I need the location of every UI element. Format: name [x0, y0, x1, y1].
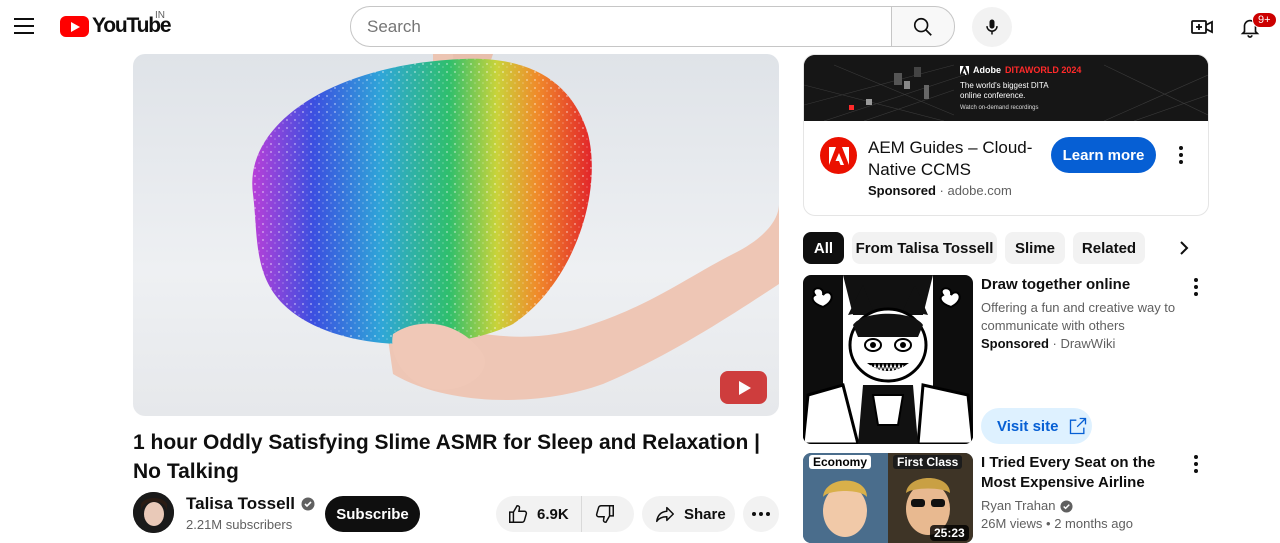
thumb-label-first-class: First Class: [893, 455, 963, 469]
like-dislike-group: 6.9K: [496, 496, 634, 532]
notification-badge: 9+: [1252, 12, 1277, 28]
country-code: IN: [155, 10, 165, 21]
adobe-logo-icon[interactable]: [820, 137, 857, 174]
share-label: Share: [684, 505, 726, 523]
adobe-small-icon: [960, 65, 969, 75]
video-title-rec[interactable]: I Tried Every Seat on the Most Expensive…: [981, 453, 1181, 493]
more-horizontal-icon: [752, 512, 770, 516]
video-duration: 25:23: [930, 525, 969, 541]
create-button[interactable]: [1182, 7, 1222, 47]
chip-related[interactable]: Related: [1073, 232, 1145, 264]
ad-banner-event: DITAWORLD 2024: [1005, 65, 1082, 75]
thumbs-down-icon: [595, 505, 614, 523]
chip-from-channel[interactable]: From Talisa Tossell: [852, 232, 997, 264]
rec-age: 2 months ago: [1054, 516, 1133, 531]
visit-site-label: Visit site: [997, 417, 1059, 435]
ad-more-button[interactable]: [1166, 139, 1196, 171]
rec-channel-name: Ryan Trahan: [981, 498, 1056, 513]
ad-banner-line2: online conference.: [960, 91, 1026, 100]
ad-sponsored-label: Sponsored: [868, 183, 936, 198]
rec-more-button[interactable]: [1184, 450, 1208, 478]
learn-more-button[interactable]: Learn more: [1051, 137, 1156, 173]
external-link-icon: [1070, 417, 1087, 435]
search-icon: [913, 17, 932, 36]
video-player[interactable]: [133, 54, 779, 416]
channel-name[interactable]: Talisa Tossell: [186, 494, 315, 514]
more-vertical-icon: [1179, 146, 1183, 164]
share-icon: [656, 506, 674, 523]
thumb-label-economy: Economy: [809, 455, 872, 469]
rec-views: 26M views: [981, 516, 1043, 531]
sponsored-title[interactable]: Draw together online: [981, 275, 1181, 295]
ad-banner-brand: Adobe DITAWORLD 2024: [960, 65, 1081, 75]
youtube-logo[interactable]: YouTube IN: [60, 10, 172, 38]
video-title: 1 hour Oddly Satisfying Slime ASMR for S…: [133, 431, 761, 483]
rec-channel[interactable]: Ryan Trahan: [981, 497, 1073, 515]
verified-icon: [301, 497, 315, 511]
sponsored-label: Sponsored: [981, 336, 1049, 351]
dislike-button[interactable]: [582, 496, 616, 532]
more-actions-button[interactable]: [743, 496, 779, 532]
visit-site-button[interactable]: Visit site: [981, 408, 1092, 444]
search-button[interactable]: [891, 6, 955, 47]
sponsored-meta: Sponsored · DrawWiki: [981, 336, 1116, 351]
menu-icon[interactable]: [4, 6, 44, 46]
ad-banner-brand-text: Adobe: [973, 65, 1001, 75]
sponsored-more-button[interactable]: [1184, 273, 1208, 301]
channel-name-text: Talisa Tossell: [186, 494, 295, 513]
ad-domain: adobe.com: [947, 183, 1012, 198]
ad-banner[interactable]: Adobe DITAWORLD 2024 The world's biggest…: [804, 55, 1208, 121]
chips-next-button[interactable]: [1168, 232, 1200, 264]
avatar-image: [133, 492, 174, 533]
sponsored-thumbnail[interactable]: [803, 275, 973, 444]
ad-banner-line3: Watch on-demand recordings: [960, 105, 1039, 111]
search-input[interactable]: [350, 6, 892, 47]
drawwiki-artwork: [803, 275, 973, 444]
like-count: 6.9K: [537, 505, 569, 523]
youtube-play-icon: [60, 15, 89, 37]
video-plus-icon: [1191, 20, 1213, 34]
chip-all[interactable]: All: [803, 232, 844, 264]
channel-avatar[interactable]: [133, 492, 174, 533]
share-button[interactable]: Share: [642, 496, 735, 532]
like-button[interactable]: 6.9K: [496, 496, 582, 532]
chevron-right-icon: [1180, 241, 1189, 255]
subscribe-button[interactable]: Subscribe: [325, 496, 420, 532]
verified-icon: [1060, 499, 1073, 513]
more-vertical-icon: [1194, 455, 1198, 473]
video-thumbnail[interactable]: Economy First Class 25:23: [803, 453, 973, 543]
ad-title[interactable]: AEM Guides – Cloud-Native CCMS: [868, 137, 1038, 181]
chip-slime[interactable]: Slime: [1005, 232, 1065, 264]
microphone-icon: [986, 19, 998, 35]
ad-banner-line1: The world's biggest DITA: [960, 81, 1049, 90]
more-vertical-icon: [1194, 278, 1198, 296]
sponsored-description: Offering a fun and creative way to commu…: [981, 300, 1176, 333]
ad-meta: Sponsored · adobe.com: [868, 183, 1012, 198]
rec-meta: 26M views • 2 months ago: [981, 516, 1133, 531]
adobe-glyph-icon: [828, 146, 849, 165]
ad-card[interactable]: Adobe DITAWORLD 2024 The world's biggest…: [803, 54, 1209, 216]
voice-search-button[interactable]: [972, 7, 1012, 47]
thumbs-up-icon: [509, 505, 528, 523]
youtube-watermark-icon[interactable]: [720, 371, 767, 404]
subscriber-count: 2.21M subscribers: [186, 517, 293, 532]
video-frame: [252, 54, 779, 401]
sponsored-advertiser: DrawWiki: [1060, 336, 1116, 351]
